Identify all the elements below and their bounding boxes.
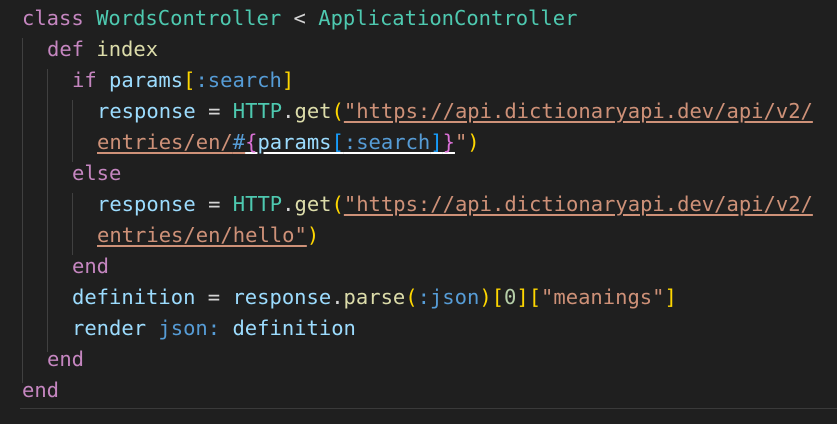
- string-key: "meanings": [541, 285, 665, 309]
- class-name: WordsController: [96, 6, 282, 30]
- method-call: get: [294, 99, 332, 123]
- string-url[interactable]: "https://api.dictionaryapi.dev/api/v2/: [344, 192, 813, 216]
- string-url[interactable]: "https://api.dictionaryapi.dev/api/v2/: [344, 99, 813, 123]
- editor-divider: [20, 408, 837, 409]
- indent-guide: [72, 193, 73, 255]
- paren: (: [331, 192, 344, 216]
- code-line-4[interactable]: response = HTTP.get("https://api.diction…: [97, 96, 813, 127]
- bracket: [: [331, 130, 344, 154]
- keyword-else: else: [72, 161, 122, 185]
- code-line-6[interactable]: else: [72, 158, 121, 189]
- parent-class: ApplicationController: [318, 6, 578, 30]
- interpolation-hash: #: [232, 130, 246, 154]
- variable: response: [97, 192, 196, 216]
- method-name: index: [96, 37, 159, 61]
- bracket: ]: [516, 285, 529, 309]
- keyword-end: end: [47, 347, 85, 371]
- indent-guide: [47, 69, 48, 352]
- dot: .: [331, 285, 344, 309]
- paren: (: [405, 285, 418, 309]
- quote: ": [454, 130, 468, 154]
- code-editor[interactable]: class WordsController < ApplicationContr…: [0, 0, 837, 424]
- indent-guide: [22, 38, 23, 383]
- method-call: get: [294, 192, 332, 216]
- render-call: render: [72, 316, 147, 340]
- symbol: :search: [343, 130, 431, 154]
- operator: =: [208, 192, 221, 216]
- index-number: 0: [504, 285, 517, 309]
- code-line-3[interactable]: if params[:search]: [72, 65, 294, 96]
- code-line-10[interactable]: definition = response.parse(:json)[0]["m…: [72, 282, 677, 313]
- paren: ): [306, 223, 320, 247]
- string-url[interactable]: entries/en/hello": [97, 223, 307, 247]
- bracket: [: [183, 68, 196, 92]
- paren: ): [479, 285, 492, 309]
- receiver: response: [232, 285, 332, 309]
- indent-guide: [72, 100, 73, 162]
- code-line-11[interactable]: render json: definition: [72, 313, 356, 344]
- variable: response: [97, 99, 196, 123]
- keyword-end: end: [72, 254, 110, 278]
- keyword-class: class: [22, 6, 84, 30]
- keyword-if: if: [72, 68, 97, 92]
- string-url[interactable]: entries/en/: [97, 130, 233, 154]
- constant: HTTP: [232, 192, 283, 216]
- symbol: :search: [195, 68, 282, 92]
- params-ref: params: [109, 68, 184, 92]
- method-call: parse: [343, 285, 406, 309]
- brace: }: [442, 130, 455, 154]
- variable: definition: [72, 285, 196, 309]
- symbol: :json: [417, 285, 480, 309]
- code-line-7[interactable]: response = HTTP.get("https://api.diction…: [97, 189, 813, 220]
- json-key: json:: [158, 316, 221, 340]
- dot: .: [282, 192, 295, 216]
- operator: =: [208, 99, 221, 123]
- operator: <: [293, 6, 306, 30]
- brace: {: [245, 130, 258, 154]
- dot: .: [282, 99, 295, 123]
- constant: HTTP: [232, 99, 283, 123]
- variable: definition: [232, 316, 356, 340]
- params-ref: params: [257, 130, 332, 154]
- paren: (: [331, 99, 344, 123]
- keyword-def: def: [47, 37, 85, 61]
- code-line-8[interactable]: entries/en/hello"): [97, 220, 319, 251]
- code-line-5[interactable]: entries/en/#{params[:search]}"): [97, 127, 480, 158]
- bracket: ]: [281, 68, 295, 92]
- bracket: [: [491, 285, 505, 309]
- bracket: ]: [664, 285, 677, 309]
- code-line-9[interactable]: end: [72, 251, 109, 282]
- keyword-end: end: [22, 378, 60, 402]
- code-line-1[interactable]: class WordsController < ApplicationContr…: [22, 3, 577, 34]
- bracket: ]: [430, 130, 443, 154]
- code-line-2[interactable]: def index: [47, 34, 158, 65]
- operator: =: [207, 285, 221, 309]
- bracket: [: [528, 285, 542, 309]
- code-line-12[interactable]: end: [47, 344, 84, 375]
- paren: ): [467, 130, 480, 154]
- code-line-13[interactable]: end: [22, 375, 59, 406]
